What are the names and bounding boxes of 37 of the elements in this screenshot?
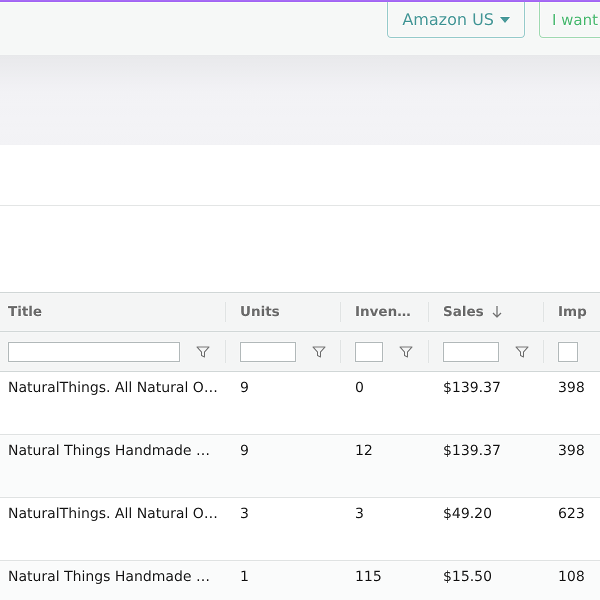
filter-icon[interactable] <box>312 346 326 358</box>
table-cell-text: $139.37 <box>442 442 502 461</box>
table-cell-text: $15.50 <box>442 568 493 587</box>
table-cell-text: Natural Things Handmade … <box>7 568 211 587</box>
table-cell-text: 9 <box>239 442 250 461</box>
table-cell-text: 115 <box>354 568 383 587</box>
column-header[interactable]: Imp <box>558 304 587 320</box>
filter-field[interactable] <box>355 342 383 362</box>
table-cell-text: Natural Things Handmade … <box>7 442 211 461</box>
table-cell-text: NaturalThings. All Natural O… <box>7 505 219 524</box>
marketplace-button[interactable]: Amazon US <box>387 2 525 38</box>
column-header[interactable]: Units <box>240 304 280 320</box>
filter-icon[interactable] <box>515 346 529 358</box>
filter-field[interactable] <box>443 342 499 362</box>
table-cell-text: 3 <box>354 505 365 524</box>
table-cell-text: $49.20 <box>442 505 493 524</box>
column-header[interactable]: Sales <box>443 304 484 320</box>
column-header[interactable]: Title <box>8 304 42 320</box>
table-cell-text: 9 <box>239 379 250 398</box>
table-cell-text: 398 <box>557 442 586 461</box>
table-cell-text: 623 <box>557 505 586 524</box>
filter-field[interactable] <box>8 342 180 362</box>
table-cell-text: NaturalThings. All Natural O… <box>7 379 219 398</box>
filter-icon[interactable] <box>399 346 413 358</box>
table-cell-text: 398 <box>557 379 586 398</box>
table-cell-text: 0 <box>354 379 365 398</box>
table-cell-text: 3 <box>239 505 250 524</box>
column-header[interactable]: Inven… <box>355 304 411 320</box>
table-cell-text: 12 <box>354 442 374 461</box>
table-cell-text: 108 <box>557 568 586 587</box>
sort-arrow-icon[interactable] <box>492 305 502 319</box>
caret-icon <box>500 16 510 22</box>
table-cell-text: $139.37 <box>442 379 502 398</box>
filter-field[interactable] <box>558 342 578 362</box>
filter-icon[interactable] <box>196 346 210 358</box>
filter-field[interactable] <box>240 342 296 362</box>
table-cell-text: 1 <box>239 568 250 587</box>
